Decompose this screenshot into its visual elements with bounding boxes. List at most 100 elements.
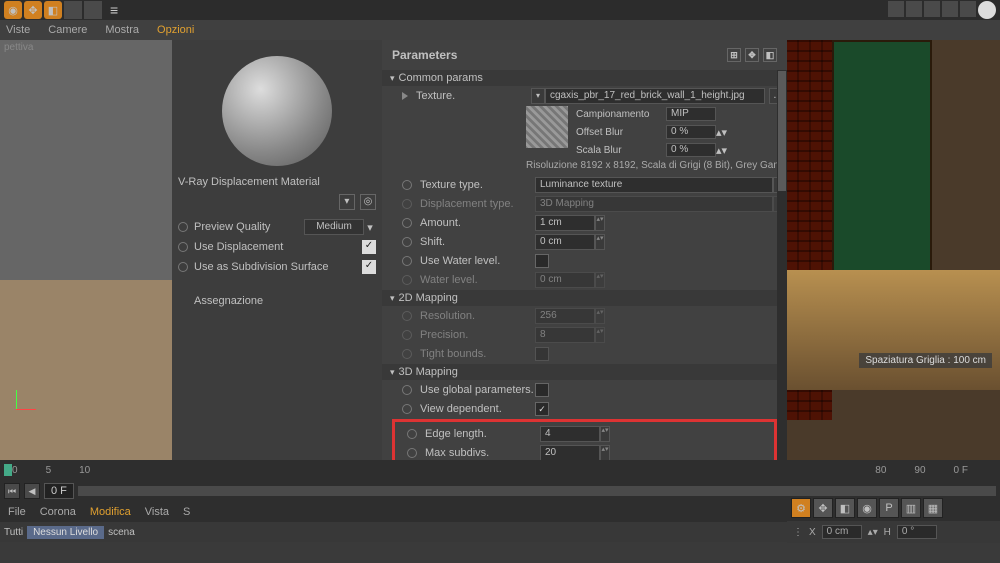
spinner-icon[interactable]: ▴▾	[595, 215, 605, 231]
panel-mode-icon-3[interactable]: ◧	[763, 48, 777, 62]
material-title: V-Ray Displacement Material	[178, 176, 376, 188]
3d-mapping-section[interactable]: 3D Mapping	[382, 364, 787, 380]
chevron-down-icon[interactable]: ▾	[364, 221, 376, 234]
timeline-ruler[interactable]: 0 5 10 80 90 0 F	[0, 460, 1000, 480]
prev-key-button[interactable]: ⏮	[4, 483, 20, 499]
common-params-section[interactable]: Common params	[382, 70, 787, 86]
prev-frame-button[interactable]: ◀	[24, 483, 40, 499]
menu-s[interactable]: S	[183, 506, 190, 518]
menu-corona[interactable]: Corona	[40, 506, 76, 518]
scena-label[interactable]: scena	[108, 527, 135, 538]
nav-back-icon[interactable]	[888, 1, 904, 17]
use-water-checkbox[interactable]	[535, 254, 549, 268]
campionamento-select[interactable]: MIP	[666, 107, 716, 121]
texture-details: Campionamento MIP Offset Blur 0 % ▴▾ Sca…	[382, 106, 787, 158]
preview-quality-select[interactable]: Medium	[304, 219, 364, 235]
menu-vista[interactable]: Vista	[145, 506, 169, 518]
param-dot-icon[interactable]	[402, 385, 412, 395]
cube-icon[interactable]: ◧	[835, 498, 855, 518]
scala-blur-field[interactable]: 0 %	[666, 143, 716, 157]
menu-file[interactable]: File	[8, 506, 26, 518]
param-dot-icon[interactable]	[178, 242, 188, 252]
scroll-thumb[interactable]	[778, 71, 786, 191]
timeline-track[interactable]	[78, 486, 996, 496]
use-displacement-checkbox[interactable]: ✓	[362, 240, 376, 254]
menu-camere[interactable]: Camere	[48, 24, 87, 36]
timeline-marker[interactable]	[4, 464, 12, 476]
tutti-label[interactable]: Tutti	[4, 527, 23, 538]
menu-viste[interactable]: Viste	[6, 24, 30, 36]
spinner-icon[interactable]: ▴▾	[716, 144, 727, 157]
menu-mostra[interactable]: Mostra	[105, 24, 139, 36]
param-dot-icon[interactable]	[407, 429, 417, 439]
texture-dropdown[interactable]	[531, 88, 545, 104]
edge-length-row: Edge length 4 ▴▾	[397, 425, 772, 443]
panel-icon-3[interactable]	[960, 1, 976, 17]
material-preview-sphere[interactable]	[222, 56, 332, 166]
offset-blur-field[interactable]: 0 %	[666, 125, 716, 139]
nav-fwd-icon[interactable]	[906, 1, 922, 17]
param-dot-icon	[402, 349, 412, 359]
tool-icon-3[interactable]: ◧	[44, 1, 62, 19]
param-dot-icon[interactable]	[402, 180, 412, 190]
use-global-checkbox[interactable]	[535, 383, 549, 397]
expand-icon[interactable]	[402, 92, 408, 100]
grid-icon-2[interactable]: ▦	[923, 498, 943, 518]
nessun-livello-chip[interactable]: Nessun Livello	[27, 526, 104, 539]
preview-quality-row: Preview Quality Medium ▾	[178, 218, 376, 236]
edge-length-field[interactable]: 4	[540, 426, 600, 442]
spinner-icon[interactable]: ▴▾	[868, 527, 878, 538]
param-dot-icon[interactable]	[178, 222, 188, 232]
spinner-icon[interactable]: ▴▾	[716, 126, 727, 139]
param-dot-icon[interactable]	[402, 218, 412, 228]
wood-floor	[787, 270, 1000, 390]
tool-icon-4[interactable]	[64, 1, 82, 19]
param-dot-icon[interactable]	[402, 404, 412, 414]
move-icon[interactable]: ✥	[813, 498, 833, 518]
h-field[interactable]: 0 °	[897, 525, 937, 539]
panel-mode-icon-2[interactable]: ✥	[745, 48, 759, 62]
resolution-info: Risoluzione 8192 x 8192, Scala di Grigi …	[382, 158, 787, 175]
view-dependent-checkbox[interactable]	[535, 402, 549, 416]
2d-mapping-section[interactable]: 2D Mapping	[382, 290, 787, 306]
scrollbar[interactable]	[777, 70, 787, 460]
circle-icon[interactable]: ◉	[857, 498, 877, 518]
max-subdivs-field[interactable]: 20	[540, 445, 600, 460]
param-dot-icon[interactable]	[402, 256, 412, 266]
texture-path-field[interactable]: cgaxis_pbr_17_red_brick_wall_1_height.jp…	[545, 88, 765, 104]
grid-icon-1[interactable]: ▥	[901, 498, 921, 518]
tool-icon-5[interactable]	[84, 1, 102, 19]
use-subdiv-checkbox[interactable]: ✓	[362, 260, 376, 274]
top-toolbar: ◉ ✥ ◧ ≡	[0, 0, 1000, 20]
current-frame-field[interactable]: 0 F	[44, 483, 74, 499]
amount-row: Amount 1 cm ▴▾	[382, 214, 787, 232]
dropdown-icon[interactable]: ▾	[339, 194, 355, 210]
viewport-left[interactable]: pettiva	[0, 40, 172, 460]
amount-field[interactable]: 1 cm	[535, 215, 595, 231]
param-dot-icon[interactable]	[402, 237, 412, 247]
x-field[interactable]: 0 cm	[822, 525, 862, 539]
viewport-right[interactable]: Spaziatura Griglia : 100 cm	[787, 40, 1000, 460]
target-icon[interactable]: ◎	[360, 194, 376, 210]
tool-icon-2[interactable]: ✥	[24, 1, 42, 19]
tool-icon-1[interactable]: ◉	[4, 1, 22, 19]
panel-mode-icon-1[interactable]: ⊞	[727, 48, 741, 62]
hamburger-icon[interactable]: ≡	[110, 2, 118, 18]
texture-type-row: Texture type Luminance texture	[382, 176, 787, 194]
spinner-icon[interactable]: ▴▾	[600, 445, 610, 460]
gear-icon[interactable]: ⚙	[791, 498, 811, 518]
p-icon[interactable]: P	[879, 498, 899, 518]
spinner-icon[interactable]: ▴▾	[595, 234, 605, 250]
menu-opzioni[interactable]: Opzioni	[157, 24, 194, 36]
shift-field[interactable]: 0 cm	[535, 234, 595, 250]
spinner-icon[interactable]: ▴▾	[600, 426, 610, 442]
panel-icon-2[interactable]	[942, 1, 958, 17]
bulb-icon[interactable]	[978, 1, 996, 19]
panel-icon-1[interactable]	[924, 1, 940, 17]
texture-thumbnail[interactable]	[526, 106, 568, 148]
use-water-row: Use Water level	[382, 252, 787, 270]
param-dot-icon[interactable]	[178, 262, 188, 272]
menu-modifica[interactable]: Modifica	[90, 506, 131, 518]
param-dot-icon[interactable]	[407, 448, 417, 458]
texture-type-select[interactable]: Luminance texture	[535, 177, 773, 193]
